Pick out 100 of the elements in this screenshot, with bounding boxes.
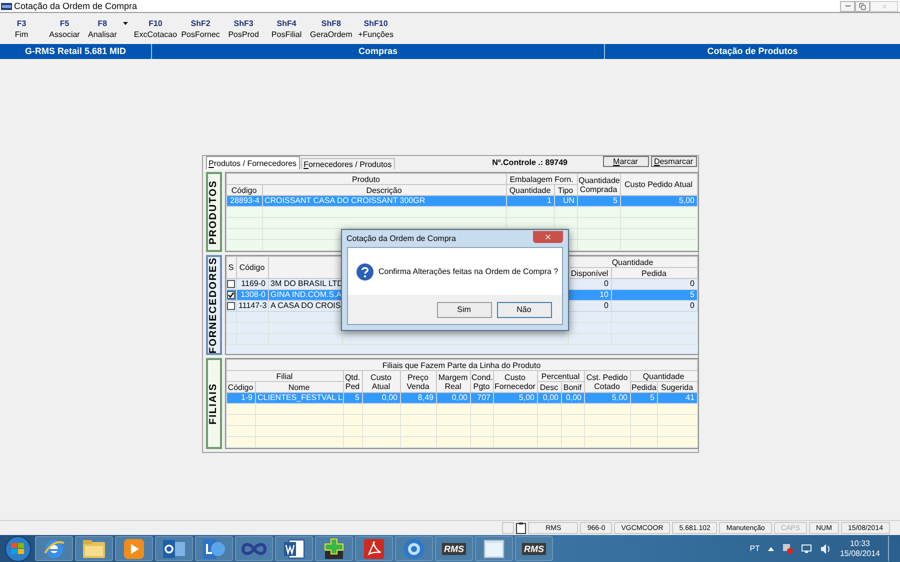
header-title: Compras [358,46,398,56]
plus-icon [323,538,345,560]
network-icon[interactable] [800,544,812,554]
dialog-button[interactable]: Não [496,302,552,318]
table-cell: 1-9 [226,392,255,404]
table-cell: 5 [611,290,697,300]
taskbar-app[interactable]: RMS [515,536,553,561]
toolbar-button[interactable]: ShF3 PosProd [222,14,266,42]
table-cell: 5,00 [620,196,697,206]
table-cell: 1 [506,196,554,206]
toolbar-button[interactable]: F5 Associar [43,14,86,42]
toolbar-button[interactable]: ShF8 GeraOrdem [308,14,354,42]
close-icon [880,2,888,10]
table-cell: CLIENTES_FESTVAL L [255,392,343,404]
column-header: Margem Real [436,370,470,393]
taskbar-app[interactable] [355,536,393,561]
column-header: Código [226,382,255,393]
header-title: G-RMS Retail 5.681 MID [24,46,126,56]
close-button[interactable] [532,230,562,242]
close-icon [544,232,552,240]
table-cell: 0,00 [561,392,584,404]
column-header: Quantidade Comprada [577,174,620,196]
toolbar-button[interactable]: F3 Fim [0,14,43,42]
check-icon [228,292,234,298]
window-title: Cotação da Ordem de Compra [14,0,138,12]
toolbar-button[interactable]: ShF10 +Funções [354,14,398,42]
tab[interactable]: Fornecedores / Produtos [300,158,395,169]
infinity-icon [241,540,267,556]
taskbar-app[interactable] [155,536,193,561]
column-header: Código [236,256,268,278]
language-indicator[interactable]: PT [750,542,760,554]
table-cell: 5,00 [584,392,630,404]
table-cell: 0,00 [362,392,400,404]
column-header: Pedida [611,268,697,278]
dialog-message: Confirma Alterações feitas na Ordem de Compra ? [378,266,558,278]
globe-icon [403,538,425,560]
table-cell: CROISSANT CASA DO CROISSANT 300GR [262,196,506,206]
column-group-header: Produto [226,174,506,184]
section-label: FORNECEDORES [206,255,222,356]
column-group-header: Quantidade [568,256,697,268]
taskbar-app[interactable] [315,536,353,561]
table-cell: 28893-4 [226,196,262,206]
table-cell: 11147-3 [236,300,268,312]
toolbar-button[interactable]: F10 ExcCotacao [132,14,180,42]
column-group-header: Filial [226,370,343,382]
column-header: Cond. Pgto [470,370,493,393]
app-label: RMS [442,542,466,554]
column-header: Custo Pedido Atual [620,174,697,196]
chevron-up-icon[interactable] [768,546,774,550]
action-button[interactable]: Marcar [602,156,648,167]
flag-icon[interactable] [782,543,793,554]
toolbar-button[interactable]: ShF2 PosFornec [179,14,222,42]
table-cell: 8,49 [400,392,436,404]
table-cell: UN [554,196,577,206]
table-cell: 0 [611,300,697,312]
taskbar-app[interactable]: RMS [435,536,473,561]
window-icon [483,538,505,558]
column-header: Custo Fornecedor [493,370,537,393]
dialog-button[interactable]: Sim [436,302,492,318]
tab[interactable]: Produtos / Fornecedores [206,156,300,169]
checkbox[interactable] [227,280,235,288]
table-cell: 0,00 [436,392,470,404]
play-icon [123,538,145,560]
start-button[interactable] [5,536,31,562]
checkbox[interactable] [227,302,235,310]
dialog-title: Cotação da Ordem de Compra [346,232,456,244]
minimize-button[interactable] [840,0,855,12]
chat-icon [202,538,226,560]
document-w-icon [283,538,305,560]
restore-button[interactable] [855,0,870,12]
column-header: Preço Venda [400,370,436,393]
pdf-icon [363,538,385,560]
action-button[interactable]: Desmarcar [650,156,696,167]
column-header: Nome [255,382,343,393]
app-label: RMS [522,542,546,554]
table-cell: 5 [577,196,620,206]
app-icon [1,2,12,10]
toolbar-button[interactable]: F8 Analisar [86,14,132,42]
column-group-header: Quantidade [630,370,698,382]
windows-logo-icon [11,542,25,554]
clock[interactable]: 10:33 15/08/2014 [840,538,880,558]
column-header: Cst. Pedido Cotado [584,370,630,393]
table-cell: 5 [343,392,362,404]
question-icon [356,262,374,280]
table-cell: 707 [470,392,493,404]
table-cell: 41 [657,392,698,404]
taskbar-app[interactable] [195,536,233,561]
checkbox[interactable] [227,291,235,299]
column-header: S [226,256,236,278]
column-header: Qtd. Ped [343,370,362,393]
section-label: PRODUTOS [206,172,222,252]
taskbar-app[interactable] [275,536,313,561]
toolbar-button[interactable]: ShF4 PosFilial [265,14,308,42]
table-cell: 1308-0 [236,290,268,300]
folder-icon [82,538,106,558]
table-cell: 5 [630,392,657,404]
clipboard-icon [516,522,526,534]
table-cell: 5,00 [493,392,537,404]
speaker-icon[interactable] [820,544,832,554]
table-cell: 0,00 [537,392,561,404]
